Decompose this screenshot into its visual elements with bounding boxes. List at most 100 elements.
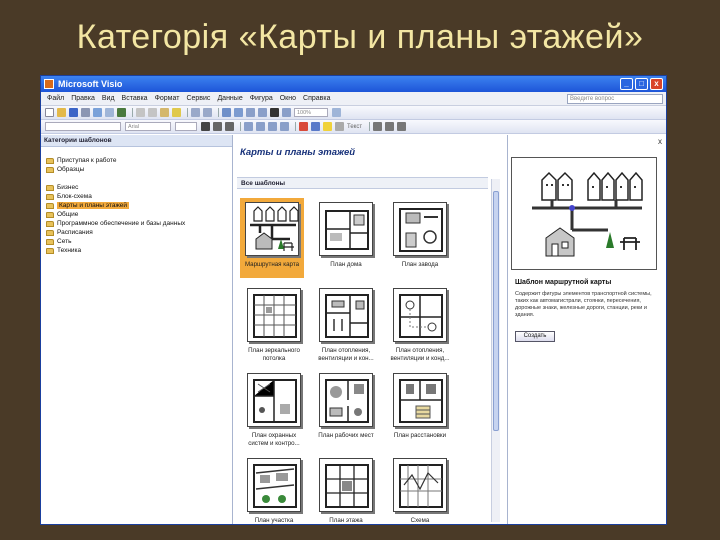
justify-icon[interactable] xyxy=(280,122,289,131)
hvac-plan-thumbnail xyxy=(319,288,373,342)
space-plan-thumbnail xyxy=(393,373,447,427)
template-label: План отопления, вентиляции и кон... xyxy=(318,347,374,362)
italic-icon[interactable] xyxy=(213,122,222,131)
template-hvac-plan[interactable]: План отопления, вентиляции и кон... xyxy=(314,288,378,362)
template-space-plan[interactable]: План расстановки xyxy=(388,373,452,440)
template-label: Маршрутная карта xyxy=(244,261,300,268)
align-left-icon[interactable] xyxy=(244,122,253,131)
zoom-combo[interactable]: 100% xyxy=(294,108,328,117)
menu-insert[interactable]: Вставка xyxy=(122,95,148,102)
category-software-db[interactable]: Программное обеспечение и базы данных xyxy=(46,219,232,228)
shadow-color-icon[interactable] xyxy=(335,122,344,131)
line-weight-icon[interactable] xyxy=(373,122,383,131)
category-label: Приступая к работе xyxy=(57,157,117,164)
scrollbar-thumb[interactable] xyxy=(493,191,499,431)
office-layout-thumbnail xyxy=(319,373,373,427)
template-diagram[interactable]: Схема xyxy=(388,458,452,524)
redo-icon[interactable] xyxy=(203,108,212,117)
menu-help[interactable]: Справка xyxy=(303,95,330,102)
formatting-toolbar: Arial Текст xyxy=(41,120,666,134)
category-getting-started[interactable]: Приступая к работе xyxy=(46,156,232,165)
print-icon[interactable] xyxy=(93,108,102,117)
copy-icon[interactable] xyxy=(148,108,157,117)
line-tool-icon[interactable] xyxy=(282,108,291,117)
line-ends-icon[interactable] xyxy=(397,122,407,131)
close-button[interactable]: x xyxy=(650,78,663,90)
line-color-icon[interactable] xyxy=(311,122,320,131)
category-schedules[interactable]: Расписания xyxy=(46,228,232,237)
menu-edit[interactable]: Правка xyxy=(71,95,95,102)
maximize-button[interactable]: □ xyxy=(635,78,648,90)
spelling-icon[interactable] xyxy=(117,108,126,117)
font-color-icon[interactable] xyxy=(299,122,308,131)
template-directional-map[interactable]: Маршрутная карта xyxy=(240,198,304,278)
align-right-icon[interactable] xyxy=(268,122,277,131)
align-center-icon[interactable] xyxy=(256,122,265,131)
folder-icon xyxy=(46,184,54,191)
template-label: План расстановки xyxy=(393,432,447,439)
close-pane-icon[interactable]: x xyxy=(658,137,662,146)
pointer-icon[interactable] xyxy=(246,108,255,117)
cut-icon[interactable] xyxy=(136,108,145,117)
separator xyxy=(369,122,371,131)
text-tool-icon[interactable] xyxy=(270,108,279,117)
create-button[interactable]: Создать xyxy=(515,331,555,342)
menu-tools[interactable]: Сервис xyxy=(186,95,210,102)
open-icon[interactable] xyxy=(57,108,66,117)
template-label: План этажа xyxy=(329,517,363,524)
template-categories-pane: Категории шаблонов Приступая к работе Об… xyxy=(41,135,233,524)
template-reflected-ceiling[interactable]: План зеркального потолка xyxy=(242,288,306,362)
category-business[interactable]: Бизнес xyxy=(46,183,232,192)
menu-shape[interactable]: Фигура xyxy=(250,95,273,102)
format-painter-icon[interactable] xyxy=(172,108,181,117)
text-button[interactable]: Текст xyxy=(347,124,362,130)
category-engineering[interactable]: Техника xyxy=(46,246,232,255)
all-templates-subheading: Все шаблоны xyxy=(237,177,488,189)
new-icon[interactable] xyxy=(45,108,54,117)
menu-format[interactable]: Формат xyxy=(155,95,180,102)
directional-map-preview xyxy=(511,157,657,270)
category-flowchart[interactable]: Блок-схема xyxy=(46,192,232,201)
folder-icon xyxy=(46,247,54,254)
template-security-access[interactable]: План охранных систем и контро... xyxy=(242,373,306,447)
category-network[interactable]: Сеть xyxy=(46,237,232,246)
shapes-icon[interactable] xyxy=(234,108,243,117)
hyperlink-icon[interactable] xyxy=(222,108,231,117)
underline-icon[interactable] xyxy=(225,122,234,131)
font-size-combo[interactable] xyxy=(175,122,197,131)
paste-icon[interactable] xyxy=(160,108,169,117)
style-combo[interactable] xyxy=(45,122,121,131)
template-preview-pane: x Шаблон маршрутной карты Содержит фигур… xyxy=(507,135,666,524)
menu-data[interactable]: Данные xyxy=(217,95,242,102)
title-bar: Microsoft Visio _ □ x xyxy=(41,76,666,92)
category-general[interactable]: Общие xyxy=(46,210,232,219)
minimize-button[interactable]: _ xyxy=(620,78,633,90)
menu-file[interactable]: Файл xyxy=(47,95,64,102)
help-search-input[interactable]: Введите вопрос xyxy=(567,93,663,104)
template-home-plan[interactable]: План дома xyxy=(314,202,378,269)
permission-icon[interactable] xyxy=(81,108,90,117)
font-combo[interactable]: Arial xyxy=(125,122,171,131)
category-label: Образцы xyxy=(57,166,85,173)
template-office-layout[interactable]: План рабочих мест xyxy=(314,373,378,440)
templates-scrollbar[interactable] xyxy=(491,179,500,522)
template-label: План охранных систем и контро... xyxy=(248,432,300,447)
undo-icon[interactable] xyxy=(191,108,200,117)
template-plant-layout[interactable]: План завода xyxy=(388,202,452,269)
menu-view[interactable]: Вид xyxy=(102,95,115,102)
print-preview-icon[interactable] xyxy=(105,108,114,117)
category-samples[interactable]: Образцы xyxy=(46,165,232,174)
template-site-plan[interactable]: План участка xyxy=(242,458,306,524)
menu-window[interactable]: Окно xyxy=(280,95,296,102)
connector-icon[interactable] xyxy=(258,108,267,117)
templates-pane: Карты и планы этажей Все шаблоны Маршрут… xyxy=(234,135,502,524)
bold-icon[interactable] xyxy=(201,122,210,131)
line-pattern-icon[interactable] xyxy=(385,122,395,131)
template-label: План рабочих мест xyxy=(318,432,374,439)
help-icon[interactable] xyxy=(332,108,341,117)
category-maps-floorplans[interactable]: Карты и планы этажей xyxy=(46,201,232,210)
save-icon[interactable] xyxy=(69,108,78,117)
fill-color-icon[interactable] xyxy=(323,122,332,131)
template-hvac-control[interactable]: План отопления, вентиляции и конд... xyxy=(388,288,452,362)
template-floor-plan[interactable]: План этажа xyxy=(314,458,378,524)
